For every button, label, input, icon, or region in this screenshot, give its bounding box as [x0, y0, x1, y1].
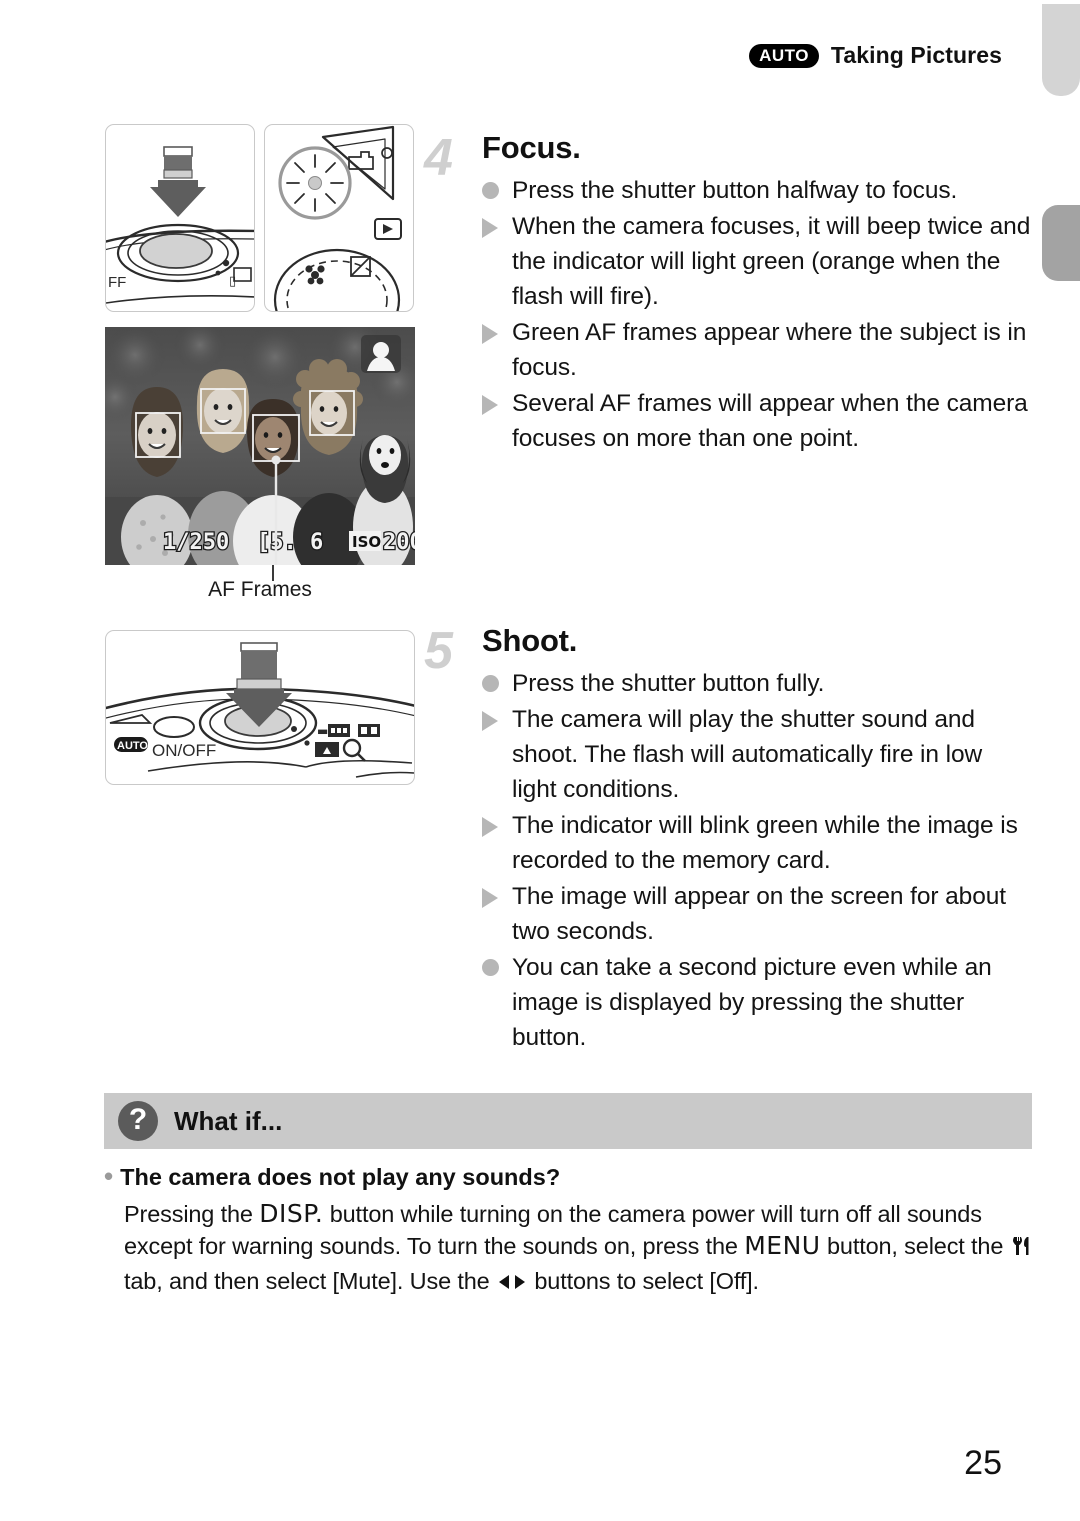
bullet-item: When the camera focuses, it will beep tw…	[482, 209, 1032, 314]
bullet-item: Several AF frames will appear when the c…	[482, 386, 1032, 456]
shutter-halfway-illustration: ▯ FF	[106, 146, 254, 304]
bullet-triangle-icon	[482, 209, 512, 238]
figure-ff-label: FF	[108, 274, 126, 291]
disp-button-icon: DISP.	[259, 1199, 324, 1228]
bullet-item: You can take a second picture even while…	[482, 950, 1032, 1055]
bullet-triangle-icon	[482, 702, 512, 731]
bullet-triangle-icon	[482, 386, 512, 415]
figure-camera-top-shoot: AUTO ON/OFF ▬	[105, 630, 415, 785]
step-4: 4 Focus. Press the shutter button halfwa…	[424, 129, 1032, 457]
zoom-tele-icon	[315, 738, 366, 762]
what-if-title: What if...	[174, 1105, 283, 1136]
af-frames-caption: AF Frames	[208, 578, 312, 601]
bullet-text: The indicator will blink green while the…	[512, 811, 1018, 874]
step-5-number: 5	[424, 622, 453, 680]
step-4-bullets: Press the shutter button halfway to focu…	[482, 173, 1032, 456]
camera-top-illustration: AUTO ON/OFF ▬	[106, 642, 414, 778]
answer-text-3: button, select the	[820, 1233, 1010, 1259]
step-5: 5 Shoot. Press the shutter button fully.…	[424, 622, 1032, 1056]
bullet-text: Press the shutter button halfway to focu…	[512, 176, 958, 204]
what-if-question-row: • The camera does not play any sounds?	[104, 1163, 1034, 1191]
osd-shutter-speed: 1/250	[163, 530, 229, 555]
camera-power-label: ON/OFF	[152, 741, 216, 760]
bullet-triangle-icon	[482, 315, 512, 344]
manual-page: AUTO Taking Pictures ▯ FF 1/250 [5. 6 IS…	[0, 0, 1080, 1521]
figure-shutter-halfway: ▯ FF	[105, 124, 255, 312]
answer-text-5: buttons to select [Off].	[527, 1268, 759, 1294]
edge-tab-chapter	[1042, 205, 1080, 281]
figure-af-frames-screen: 1/250 [5. 6 ISO 200	[105, 327, 415, 565]
bullet-dot-icon	[482, 950, 512, 976]
svg-text:▬: ▬	[317, 724, 328, 738]
bullet-text: You can take a second picture even while…	[512, 953, 992, 1051]
step-4-number: 4	[424, 129, 453, 187]
bullet-text: When the camera focuses, it will beep tw…	[512, 212, 1031, 310]
what-if-answer: Pressing the DISP. button while turning …	[124, 1198, 1034, 1300]
settings-tab-icon	[1010, 1233, 1034, 1265]
bullet-text: Several AF frames will appear when the c…	[512, 389, 1028, 452]
bullet-text: Press the shutter button fully.	[512, 669, 825, 697]
question-mark-icon: ?	[118, 1101, 158, 1141]
what-if-content: • The camera does not play any sounds? P…	[104, 1163, 1034, 1300]
af-frames-photo: 1/250 [5. 6 ISO 200	[105, 327, 415, 565]
svg-text:200: 200	[383, 530, 415, 555]
header-title: Taking Pictures	[830, 42, 1002, 68]
figure-indicator-lamp	[264, 124, 414, 312]
zoom-wide-icon: ▬	[317, 724, 380, 738]
bullet-triangle-icon	[482, 808, 512, 837]
answer-text-1: Pressing the	[124, 1201, 260, 1227]
bullet-item: Green AF frames appear where the subject…	[482, 315, 1032, 385]
bullet-item: The camera will play the shutter sound a…	[482, 702, 1032, 807]
bullet-item: The indicator will blink green while the…	[482, 808, 1032, 878]
osd-aperture: [5. 6	[257, 530, 323, 555]
left-right-buttons-icon	[496, 1268, 528, 1300]
bullet-dot-icon	[482, 173, 512, 199]
bullet-item: The image will appear on the screen for …	[482, 879, 1032, 949]
bullet-text: The image will appear on the screen for …	[512, 882, 1006, 945]
edge-tab-upper	[1042, 4, 1080, 96]
bullet-item: Press the shutter button fully.	[482, 666, 1032, 701]
bullet-item: Press the shutter button halfway to focu…	[482, 173, 1032, 208]
menu-button-icon: MENU	[744, 1231, 821, 1260]
indicator-lamp-illustration	[273, 125, 402, 311]
what-if-header: ? What if...	[104, 1093, 1032, 1149]
bullet-text: Green AF frames appear where the subject…	[512, 318, 1027, 381]
bullet-text: The camera will play the shutter sound a…	[512, 705, 983, 803]
what-if-question: The camera does not play any sounds?	[120, 1164, 561, 1190]
svg-text:AUTO: AUTO	[117, 740, 148, 752]
page-header: AUTO Taking Pictures	[749, 42, 1002, 69]
question-bullet-icon: •	[104, 1161, 114, 1191]
auto-mode-icon: AUTO	[749, 43, 819, 68]
answer-text-4: tab, and then select [Mute]. Use the	[124, 1268, 496, 1294]
step-4-title: Focus.	[482, 130, 581, 165]
step-5-bullets: Press the shutter button fully. The came…	[482, 666, 1032, 1055]
camera-auto-label: AUTO	[114, 737, 148, 752]
svg-text:ISO: ISO	[352, 533, 381, 551]
step-5-title: Shoot.	[482, 623, 578, 658]
page-number: 25	[964, 1444, 1002, 1482]
bullet-dot-icon	[482, 666, 512, 692]
portrait-scene-icon	[361, 335, 401, 373]
bullet-triangle-icon	[482, 879, 512, 908]
